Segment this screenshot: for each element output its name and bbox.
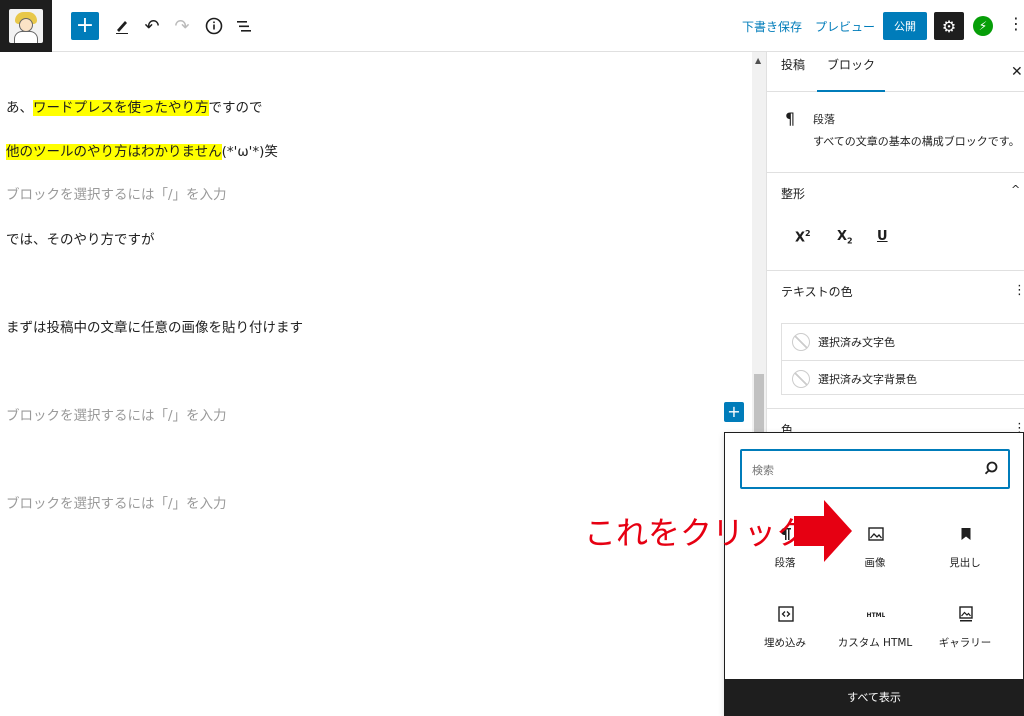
editor-canvas[interactable]: あ、ワードプレスを使ったやり方ですので 他のツールのやり方はわかりません(*'ω… (0, 52, 752, 716)
avatar-illustration (9, 9, 43, 43)
add-block-button[interactable]: + (71, 12, 99, 40)
pencil-icon (116, 21, 128, 34)
paragraph-block[interactable]: 他のツールのやり方はわかりません(*'ω'*)笑 (6, 140, 278, 160)
bookmark-icon (961, 528, 971, 540)
underline-button[interactable]: U (877, 229, 888, 244)
search-icon (984, 461, 998, 475)
gallery-icon (959, 606, 973, 622)
paragraph-block[interactable]: あ、ワードプレスを使ったやり方ですので (6, 96, 263, 116)
plus-icon: + (75, 13, 95, 38)
block-search-input[interactable] (752, 460, 952, 480)
bolt-icon: ⚡ (978, 19, 988, 33)
tab-block[interactable]: ブロック (817, 56, 885, 92)
scroll-up-arrow-icon[interactable]: ▲ (755, 56, 761, 65)
redo-icon: ↷ (174, 15, 190, 37)
settings-button[interactable]: ⚙ (934, 12, 964, 40)
color-swatch-icon (792, 370, 810, 388)
info-icon (205, 17, 223, 35)
block-search (740, 449, 1010, 489)
inserter-item-heading[interactable]: 見出し (920, 517, 1010, 577)
chevron-up-icon[interactable]: ^ (1011, 183, 1020, 196)
tools-button[interactable] (108, 12, 136, 40)
embed-icon (778, 606, 794, 622)
paragraph-icon: ¶ (785, 109, 796, 128)
block-card: ¶ 段落 すべての文章の基本の構成ブロックです。 (767, 93, 1024, 173)
undo-icon: ↶ (144, 15, 160, 37)
inserter-item-embed[interactable]: 埋め込み (740, 597, 830, 657)
color-swatch-icon (792, 333, 810, 351)
sidebar-tabs: 投稿 ブロック ✕ (767, 52, 1024, 92)
svg-text:HTML: HTML (867, 612, 885, 619)
plus-icon: + (727, 402, 741, 421)
paragraph-block[interactable]: では、そのやり方ですが (6, 228, 155, 248)
red-arrow-icon (794, 500, 852, 562)
jetpack-button[interactable]: ⚡ (973, 16, 993, 36)
block-card-title: 段落 (813, 113, 835, 126)
block-card-description: すべての文章の基本の構成ブロックです。 (813, 135, 1020, 148)
redo-button[interactable]: ↷ (168, 12, 196, 40)
vertical-ellipsis-icon[interactable]: ⋮ (1013, 283, 1024, 298)
gear-icon: ⚙ (941, 16, 957, 36)
close-icon: ✕ (1011, 64, 1023, 80)
list-view-icon (237, 21, 251, 32)
format-panel-title[interactable]: 整形 (781, 185, 805, 202)
close-sidebar-button[interactable]: ✕ (1011, 64, 1023, 80)
save-draft-button[interactable]: 下書き保存 (742, 18, 802, 35)
text-color-option[interactable]: 選択済み文字色 (782, 324, 1024, 360)
format-panel: 整形 ^ X2 X2 U (767, 173, 1024, 271)
more-options-button[interactable]: ⋮ (1008, 14, 1024, 33)
inserter-item-custom-html[interactable]: HTML カスタム HTML (830, 597, 920, 657)
color-options: 選択済み文字色 選択済み文字背景色 (781, 323, 1024, 395)
superscript-button[interactable]: X2 (795, 229, 811, 245)
text-color-panel-title: テキストの色 (781, 285, 853, 299)
tab-post[interactable]: 投稿 (781, 56, 805, 73)
empty-block-placeholder[interactable]: ブロックを選択するには「/」を入力 (6, 492, 227, 512)
publish-button[interactable]: 公開 (883, 12, 927, 40)
background-color-option[interactable]: 選択済み文字背景色 (782, 360, 1024, 396)
editor-window: + ↶ ↷ 下書き保存 プレビュー 公開 ⚙ ⚡ ⋮ あ、ワードプレスを使ったや… (0, 0, 1024, 716)
list-view-button[interactable] (230, 12, 258, 40)
site-logo[interactable] (0, 0, 52, 52)
subscript-button[interactable]: X2 (837, 229, 853, 246)
vertical-ellipsis-icon: ⋮ (1008, 14, 1024, 33)
preview-button[interactable]: プレビュー (815, 18, 875, 35)
undo-button[interactable]: ↶ (138, 12, 166, 40)
show-all-blocks-button[interactable]: すべて表示 (725, 679, 1023, 715)
highlighted-text: ワードプレスを使ったやり方 (33, 100, 209, 116)
html-icon: HTML (867, 612, 885, 619)
empty-block-placeholder[interactable]: ブロックを選択するには「/」を入力 (6, 404, 227, 424)
highlighted-text: 他のツールのやり方はわかりません (6, 144, 222, 160)
paragraph-block[interactable]: まずは投稿中の文章に任意の画像を貼り付けます (6, 316, 303, 336)
empty-block-placeholder[interactable]: ブロックを選択するには「/」を入力 (6, 183, 227, 203)
block-inserter-popover: 段落 画像 見出し 埋め込み HTML カスタム HT (724, 432, 1024, 716)
text-color-panel: テキストの色 ⋮ 選択済み文字色 選択済み文字背景色 (767, 271, 1024, 409)
top-toolbar: + ↶ ↷ 下書き保存 プレビュー 公開 ⚙ ⚡ ⋮ (0, 0, 1024, 52)
details-button[interactable] (200, 12, 228, 40)
image-icon (868, 527, 884, 541)
inserter-item-gallery[interactable]: ギャラリー (920, 597, 1010, 657)
annotation-click-here: これをクリック (584, 514, 809, 552)
inline-add-block-button[interactable]: + (724, 402, 744, 422)
